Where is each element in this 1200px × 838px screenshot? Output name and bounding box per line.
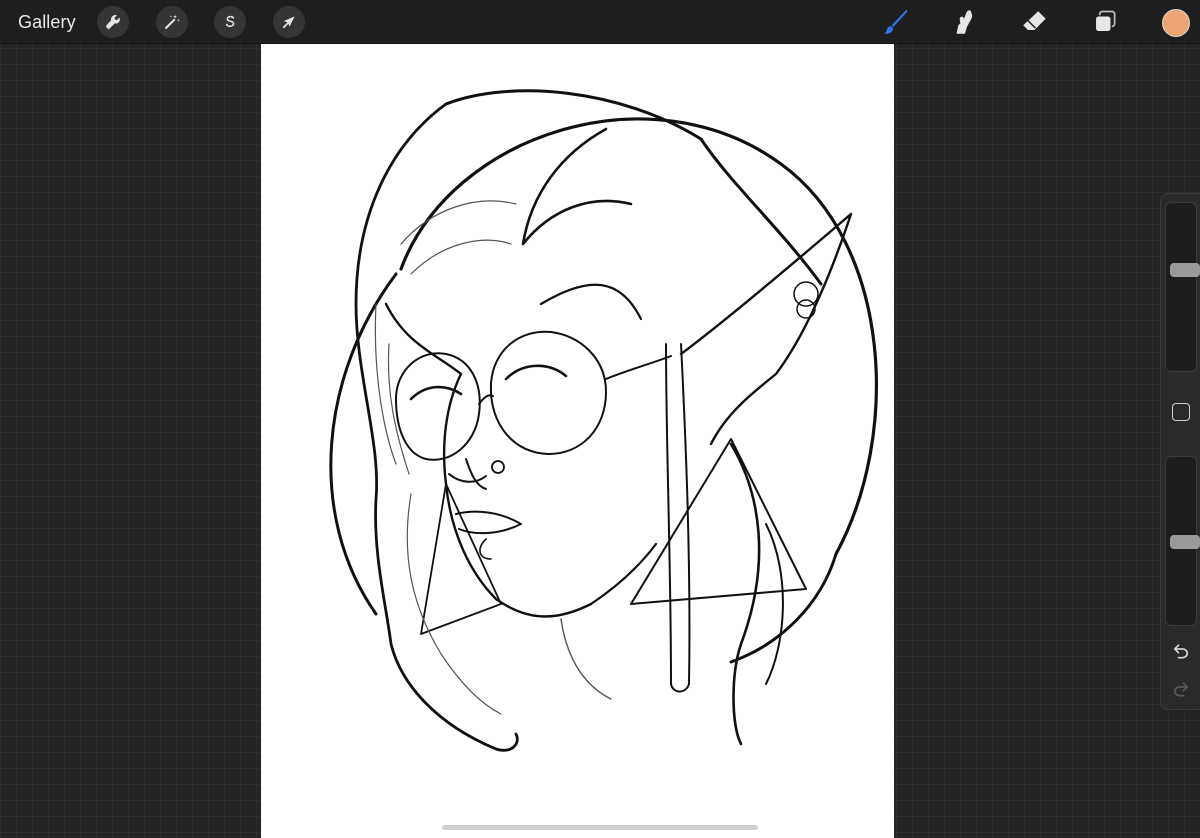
gallery-button[interactable]: Gallery — [18, 11, 76, 33]
ear — [679, 212, 853, 446]
smudge-button[interactable] — [948, 6, 980, 38]
drawing-canvas[interactable] — [261, 44, 894, 838]
undo-button[interactable] — [1170, 640, 1192, 662]
face-outline — [384, 302, 593, 618]
top-toolbar: Gallery — [0, 0, 1200, 44]
layers-icon — [1094, 10, 1116, 33]
glasses-right-lens — [489, 330, 607, 455]
layers-button[interactable] — [1089, 6, 1121, 38]
brush-icon — [883, 9, 908, 34]
brush-size-handle[interactable] — [1170, 263, 1200, 277]
redo-icon — [1173, 682, 1189, 697]
undo-icon — [1173, 644, 1189, 659]
eraser-icon — [1023, 11, 1046, 30]
glasses-left-lens — [395, 352, 481, 461]
brush-size-slider[interactable] — [1165, 202, 1200, 372]
selection-button[interactable] — [214, 6, 246, 38]
eraser-button[interactable] — [1018, 6, 1050, 38]
opacity-handle[interactable] — [1170, 535, 1200, 549]
square-icon[interactable] — [1172, 403, 1190, 421]
actions-button[interactable] — [97, 6, 129, 38]
arrow-cursor-icon — [282, 16, 295, 29]
adjustments-button[interactable] — [156, 6, 188, 38]
wrench-icon — [106, 14, 120, 29]
selection-s-icon — [225, 15, 235, 28]
opacity-slider[interactable] — [1165, 456, 1200, 626]
side-toolbar — [1160, 193, 1200, 710]
transform-button[interactable] — [273, 6, 305, 38]
brush-button[interactable] — [879, 6, 911, 38]
home-indicator[interactable] — [442, 825, 758, 830]
braid — [665, 343, 691, 693]
backdrop-circle — [399, 117, 879, 556]
smudge-icon — [956, 10, 973, 34]
triangle-earring-right — [630, 438, 807, 605]
redo-button[interactable] — [1170, 678, 1192, 700]
lineart-portrait — [329, 89, 879, 752]
magic-wand-icon — [165, 14, 180, 29]
color-swatch[interactable] — [1162, 9, 1190, 37]
